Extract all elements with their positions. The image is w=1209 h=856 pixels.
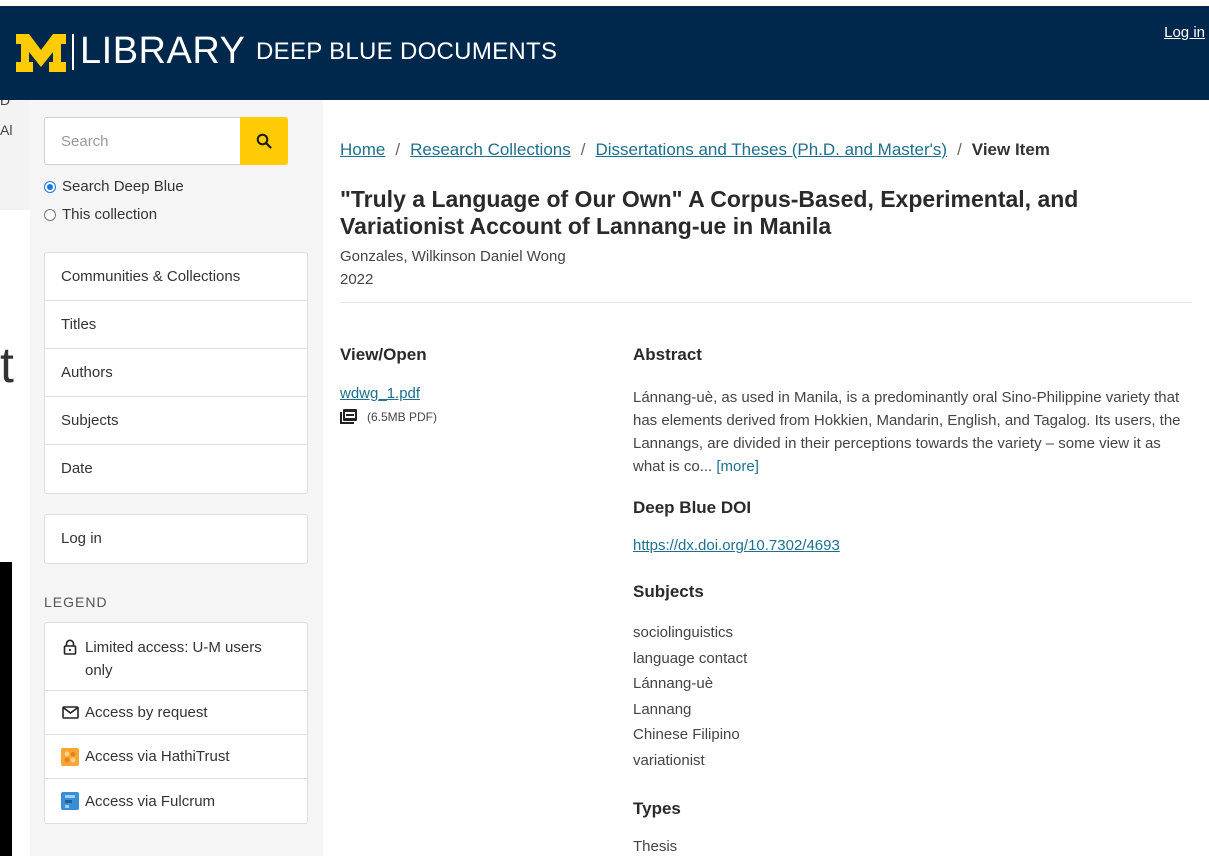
item-author[interactable]: Gonzales, Wilkinson Daniel Wong — [340, 248, 566, 265]
fulcrum-icon — [61, 792, 79, 810]
file-size-label: (6.5MB PDF) — [367, 409, 438, 424]
abstract-more-link[interactable]: [more] — [716, 458, 759, 475]
breadcrumb: Home / Research Collections / Dissertations … — [340, 140, 1050, 160]
legend-heading: LEGEND — [44, 594, 108, 610]
scope-label: This collection — [62, 206, 158, 223]
search-input[interactable] — [45, 118, 240, 164]
browse-titles[interactable]: Titles — [45, 301, 307, 349]
view-open-heading: View/Open — [340, 345, 427, 364]
legend-label: Access via HathiTrust — [85, 748, 230, 765]
types-heading: Types — [633, 799, 681, 818]
scope-label: Search Deep Blue — [62, 178, 184, 195]
subject-item[interactable]: Lannang — [633, 697, 747, 723]
browse-communities-collections[interactable]: Communities & Collections — [45, 253, 307, 301]
breadcrumb-research-collections[interactable]: Research Collections — [410, 140, 571, 159]
hathitrust-icon — [61, 747, 79, 766]
legend-label: Access via Fulcrum — [85, 792, 216, 810]
scope-option-deep-blue[interactable]: Search Deep Blue — [44, 178, 184, 195]
search-icon — [256, 133, 272, 149]
artifact-dark-strip — [0, 562, 12, 856]
legend-label: Limited access: U-M users only — [85, 639, 262, 679]
abstract-text: Lánnang-uè, as used in Manila, is a pred… — [633, 386, 1183, 478]
browse-subjects[interactable]: Subjects — [45, 397, 307, 445]
subject-item[interactable]: Lánnang-uè — [633, 671, 747, 697]
file-download-link[interactable]: wdwg_1.pdf — [340, 385, 420, 402]
subject-item[interactable]: language contact — [633, 646, 747, 672]
header-login-link[interactable]: Log in — [1164, 24, 1205, 41]
breadcrumb-separator: / — [957, 140, 962, 159]
browse-menu: Communities & Collections Titles Authors… — [44, 252, 308, 494]
logo-divider — [72, 34, 74, 70]
legend-item-hathitrust: Access via HathiTrust — [45, 735, 307, 779]
sidebar-login-link[interactable]: Log in — [45, 515, 307, 563]
breadcrumb-separator: / — [395, 140, 401, 159]
abstract-heading: Abstract — [633, 345, 702, 364]
item-title: "Truly a Language of Our Own" A Corpus-B… — [340, 186, 1079, 239]
library-wordmark[interactable]: LIBRARY — [80, 30, 245, 73]
subjects-heading: Subjects — [633, 582, 704, 601]
legend-item-limited: Limited access: U-M users only — [45, 623, 307, 691]
artifact-text: t — [0, 337, 14, 393]
site-header: LIBRARY DEEP BLUE DOCUMENTS Log in — [0, 6, 1209, 100]
legend-item-request: Access by request — [45, 691, 307, 735]
site-name[interactable]: DEEP BLUE DOCUMENTS — [256, 38, 557, 66]
browse-authors[interactable]: Authors — [45, 349, 307, 397]
browse-date[interactable]: Date — [45, 445, 307, 493]
doi-link[interactable]: https://dx.doi.org/10.7302/4693 — [633, 537, 840, 554]
divider — [340, 302, 1192, 303]
file-meta: (6.5MB PDF) — [340, 409, 437, 424]
legend-list: Limited access: U-M users only Access by… — [44, 622, 308, 824]
legend-label: Access by request — [85, 704, 208, 721]
subject-item[interactable]: sociolinguistics — [633, 620, 747, 646]
breadcrumb-current: View Item — [971, 140, 1050, 159]
radio-unselected-icon[interactable] — [44, 208, 56, 221]
sidebar: Search Deep Blue This collection Communi… — [30, 100, 323, 856]
university-m-logo[interactable] — [14, 32, 68, 74]
artifact-text: Al — [0, 122, 13, 138]
subjects-list: sociolinguistics language contact Lánnan… — [633, 620, 747, 774]
breadcrumb-dissertations[interactable]: Dissertations and Theses (Ph.D. and Mast… — [595, 140, 947, 159]
item-year: 2022 — [340, 271, 374, 288]
envelope-icon — [61, 704, 79, 722]
breadcrumb-separator: / — [580, 140, 586, 159]
artifact-panel — [0, 100, 30, 210]
type-item: Thesis — [633, 838, 678, 855]
search-button[interactable] — [240, 117, 288, 165]
legend-item-fulcrum: Access via Fulcrum — [45, 779, 307, 823]
search-field[interactable] — [44, 117, 240, 165]
login-box: Log in — [44, 514, 308, 564]
left-edge-artifact: D Al t — [0, 92, 30, 856]
subject-item[interactable]: Chinese Filipino — [633, 722, 747, 748]
radio-selected-icon[interactable] — [44, 180, 56, 193]
lock-icon — [61, 638, 79, 656]
subject-item[interactable]: variationist — [633, 748, 747, 774]
pdf-icon — [340, 409, 357, 424]
scope-option-collection[interactable]: This collection — [44, 206, 157, 223]
doi-heading: Deep Blue DOI — [633, 498, 752, 517]
breadcrumb-home[interactable]: Home — [340, 140, 385, 159]
